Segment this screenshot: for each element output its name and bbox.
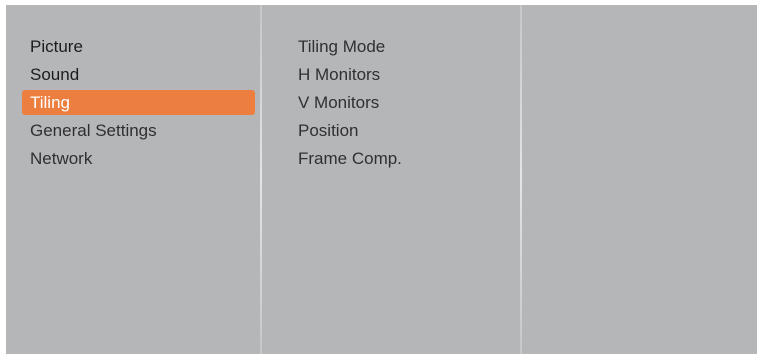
- submenu-item-v-monitors[interactable]: V Monitors: [262, 89, 520, 117]
- menu-item-picture[interactable]: Picture: [6, 33, 260, 61]
- menu-item-network[interactable]: Network: [6, 145, 260, 173]
- submenu-item-frame-comp[interactable]: Frame Comp.: [262, 145, 520, 173]
- submenu-item-position[interactable]: Position: [262, 117, 520, 145]
- menu-item-sound[interactable]: Sound: [6, 61, 260, 89]
- value-column: [522, 5, 757, 354]
- menu-item-tiling[interactable]: Tiling: [22, 90, 255, 115]
- submenu-item-tiling-mode[interactable]: Tiling Mode: [262, 33, 520, 61]
- submenu-item-h-monitors[interactable]: H Monitors: [262, 61, 520, 89]
- menu-item-general-settings[interactable]: General Settings: [6, 117, 260, 145]
- submenu-column: Tiling Mode H Monitors V Monitors Positi…: [262, 5, 520, 354]
- osd-menu-panel: Picture Sound Tiling General Settings Ne…: [6, 5, 757, 354]
- main-menu-column: Picture Sound Tiling General Settings Ne…: [6, 5, 260, 354]
